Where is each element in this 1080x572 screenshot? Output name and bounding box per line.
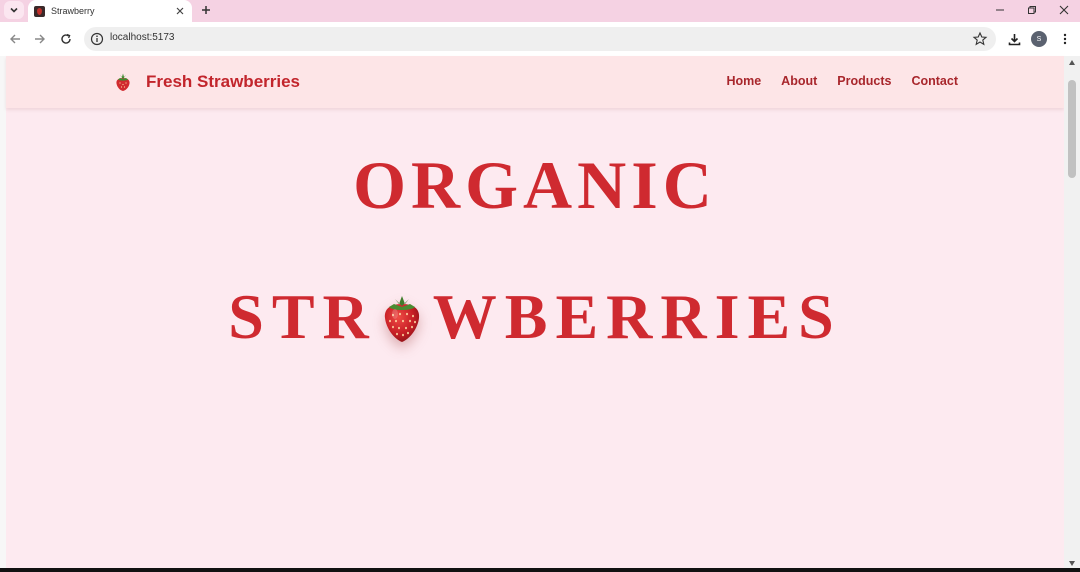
scrollbar-thumb[interactable] [1068,80,1076,178]
hero-title-line1: ORGANIC [353,147,717,223]
tab-close-button[interactable] [173,4,187,18]
page-viewport: Fresh Strawberries Home About Products C… [0,56,1080,568]
nav-about-link[interactable]: About [781,74,817,88]
plus-icon [202,6,210,14]
download-icon [1008,33,1020,45]
scroll-down-button[interactable] [1068,559,1076,567]
new-tab-button[interactable] [198,2,214,18]
profile-avatar[interactable]: S [1031,31,1047,47]
restore-icon [1028,6,1036,14]
site-header: Fresh Strawberries Home About Products C… [6,56,1064,108]
nav-products-link[interactable]: Products [837,74,891,88]
restore-button[interactable] [1022,2,1042,18]
triangle-down-icon [1069,560,1075,566]
close-icon [176,7,184,15]
browser-tab[interactable]: Strawberry [28,0,192,22]
bookmark-star-icon[interactable] [972,31,988,47]
minimize-button[interactable] [990,2,1010,18]
arrow-left-icon [10,34,20,44]
tab-strip: Strawberry [0,0,1080,22]
info-icon[interactable] [90,32,104,46]
downloads-button[interactable] [1005,30,1023,48]
tab-title: Strawberry [51,6,95,16]
hero-title-part1: STR [228,281,377,352]
window-bottom-edge [0,568,1080,572]
close-icon [1059,5,1069,15]
nav-contact-link[interactable]: Contact [911,74,958,88]
triangle-up-icon [1069,59,1075,65]
reload-icon [61,33,71,44]
strawberry-favicon-icon [34,5,45,17]
nav-home-link[interactable]: Home [726,74,761,88]
hero-title-part2: WBERRIES [432,281,842,352]
back-button[interactable] [6,30,24,48]
main-nav: Home About Products Contact [706,74,958,88]
vertical-scrollbar[interactable] [1064,56,1080,568]
strawberry-image [384,296,419,342]
reload-button[interactable] [57,30,75,48]
browser-toolbar: localhost:5173 S [0,22,1080,56]
site-brand[interactable]: Fresh Strawberries [114,72,300,92]
url-text[interactable]: localhost:5173 [110,32,175,43]
hero-title-line2: STR WBERRIES [6,280,1064,354]
brand-name: Fresh Strawberries [146,72,301,91]
scroll-up-button[interactable] [1068,58,1076,66]
close-window-button[interactable] [1054,2,1074,18]
minimize-icon [996,9,1004,11]
browser-menu-button[interactable] [1056,30,1074,48]
arrow-right-icon [35,34,45,44]
more-vertical-icon [1063,33,1067,45]
forward-button[interactable] [31,30,49,48]
tab-search-button[interactable] [4,1,24,19]
strawberry-logo-icon [116,73,130,91]
chevron-down-icon [10,7,18,13]
address-bar[interactable]: localhost:5173 [84,27,996,51]
